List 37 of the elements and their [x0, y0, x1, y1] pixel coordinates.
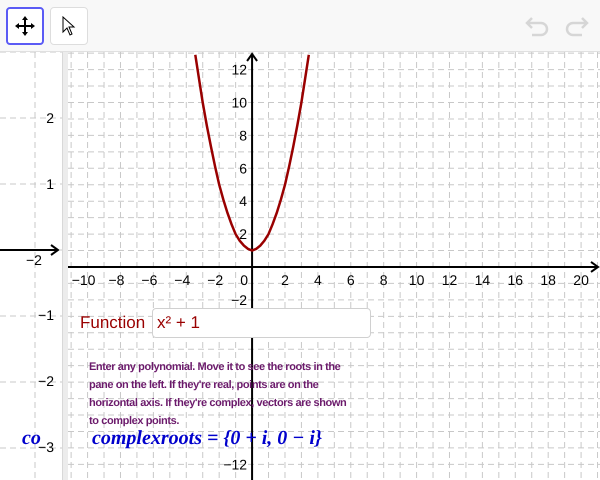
axis-label: −1 [38, 308, 54, 322]
tick-label: 8 [380, 272, 388, 288]
tick-label: 8 [239, 127, 248, 144]
tick-label: −2 [207, 272, 224, 288]
tick-label: 4 [239, 193, 248, 210]
formula-fragment: co [22, 428, 41, 448]
tick-label: −10 [72, 272, 96, 288]
tick-label: 18 [540, 272, 556, 288]
axis-label: −2 [38, 374, 54, 388]
tick-label: 4 [314, 272, 322, 288]
tick-label: 2 [239, 226, 248, 242]
axis-label: 2 [46, 111, 54, 125]
tick-label: 14 [474, 272, 490, 288]
tick-label: 10 [408, 272, 424, 288]
tick-label: 6 [346, 272, 355, 288]
tool-button[interactable] [6, 6, 44, 44]
tick-label: 12 [442, 272, 458, 288]
tick-label: −12 [223, 456, 248, 472]
axis-label: −2 [26, 253, 42, 267]
function-input[interactable]: x² + 1 [152, 308, 371, 338]
redo-icon [564, 14, 590, 36]
tick-label: 20 [573, 272, 589, 288]
tick-label: −6 [141, 272, 158, 288]
undo-icon [524, 14, 550, 36]
tick-label: 16 [508, 272, 524, 288]
tick-label: −2 [231, 292, 248, 308]
tick-label: −8 [108, 272, 124, 288]
tick-label: 2 [281, 272, 289, 288]
tick-label: −4 [174, 272, 190, 288]
tick-label: 0 [240, 272, 248, 288]
axis-label: 1 [46, 177, 54, 191]
function-label: Function [80, 314, 146, 331]
tick-label: 6 [239, 160, 248, 176]
tick-label: 10 [232, 94, 248, 110]
tick-label: 12 [232, 62, 248, 78]
move-icon [14, 14, 36, 36]
pointer-icon [61, 16, 77, 36]
